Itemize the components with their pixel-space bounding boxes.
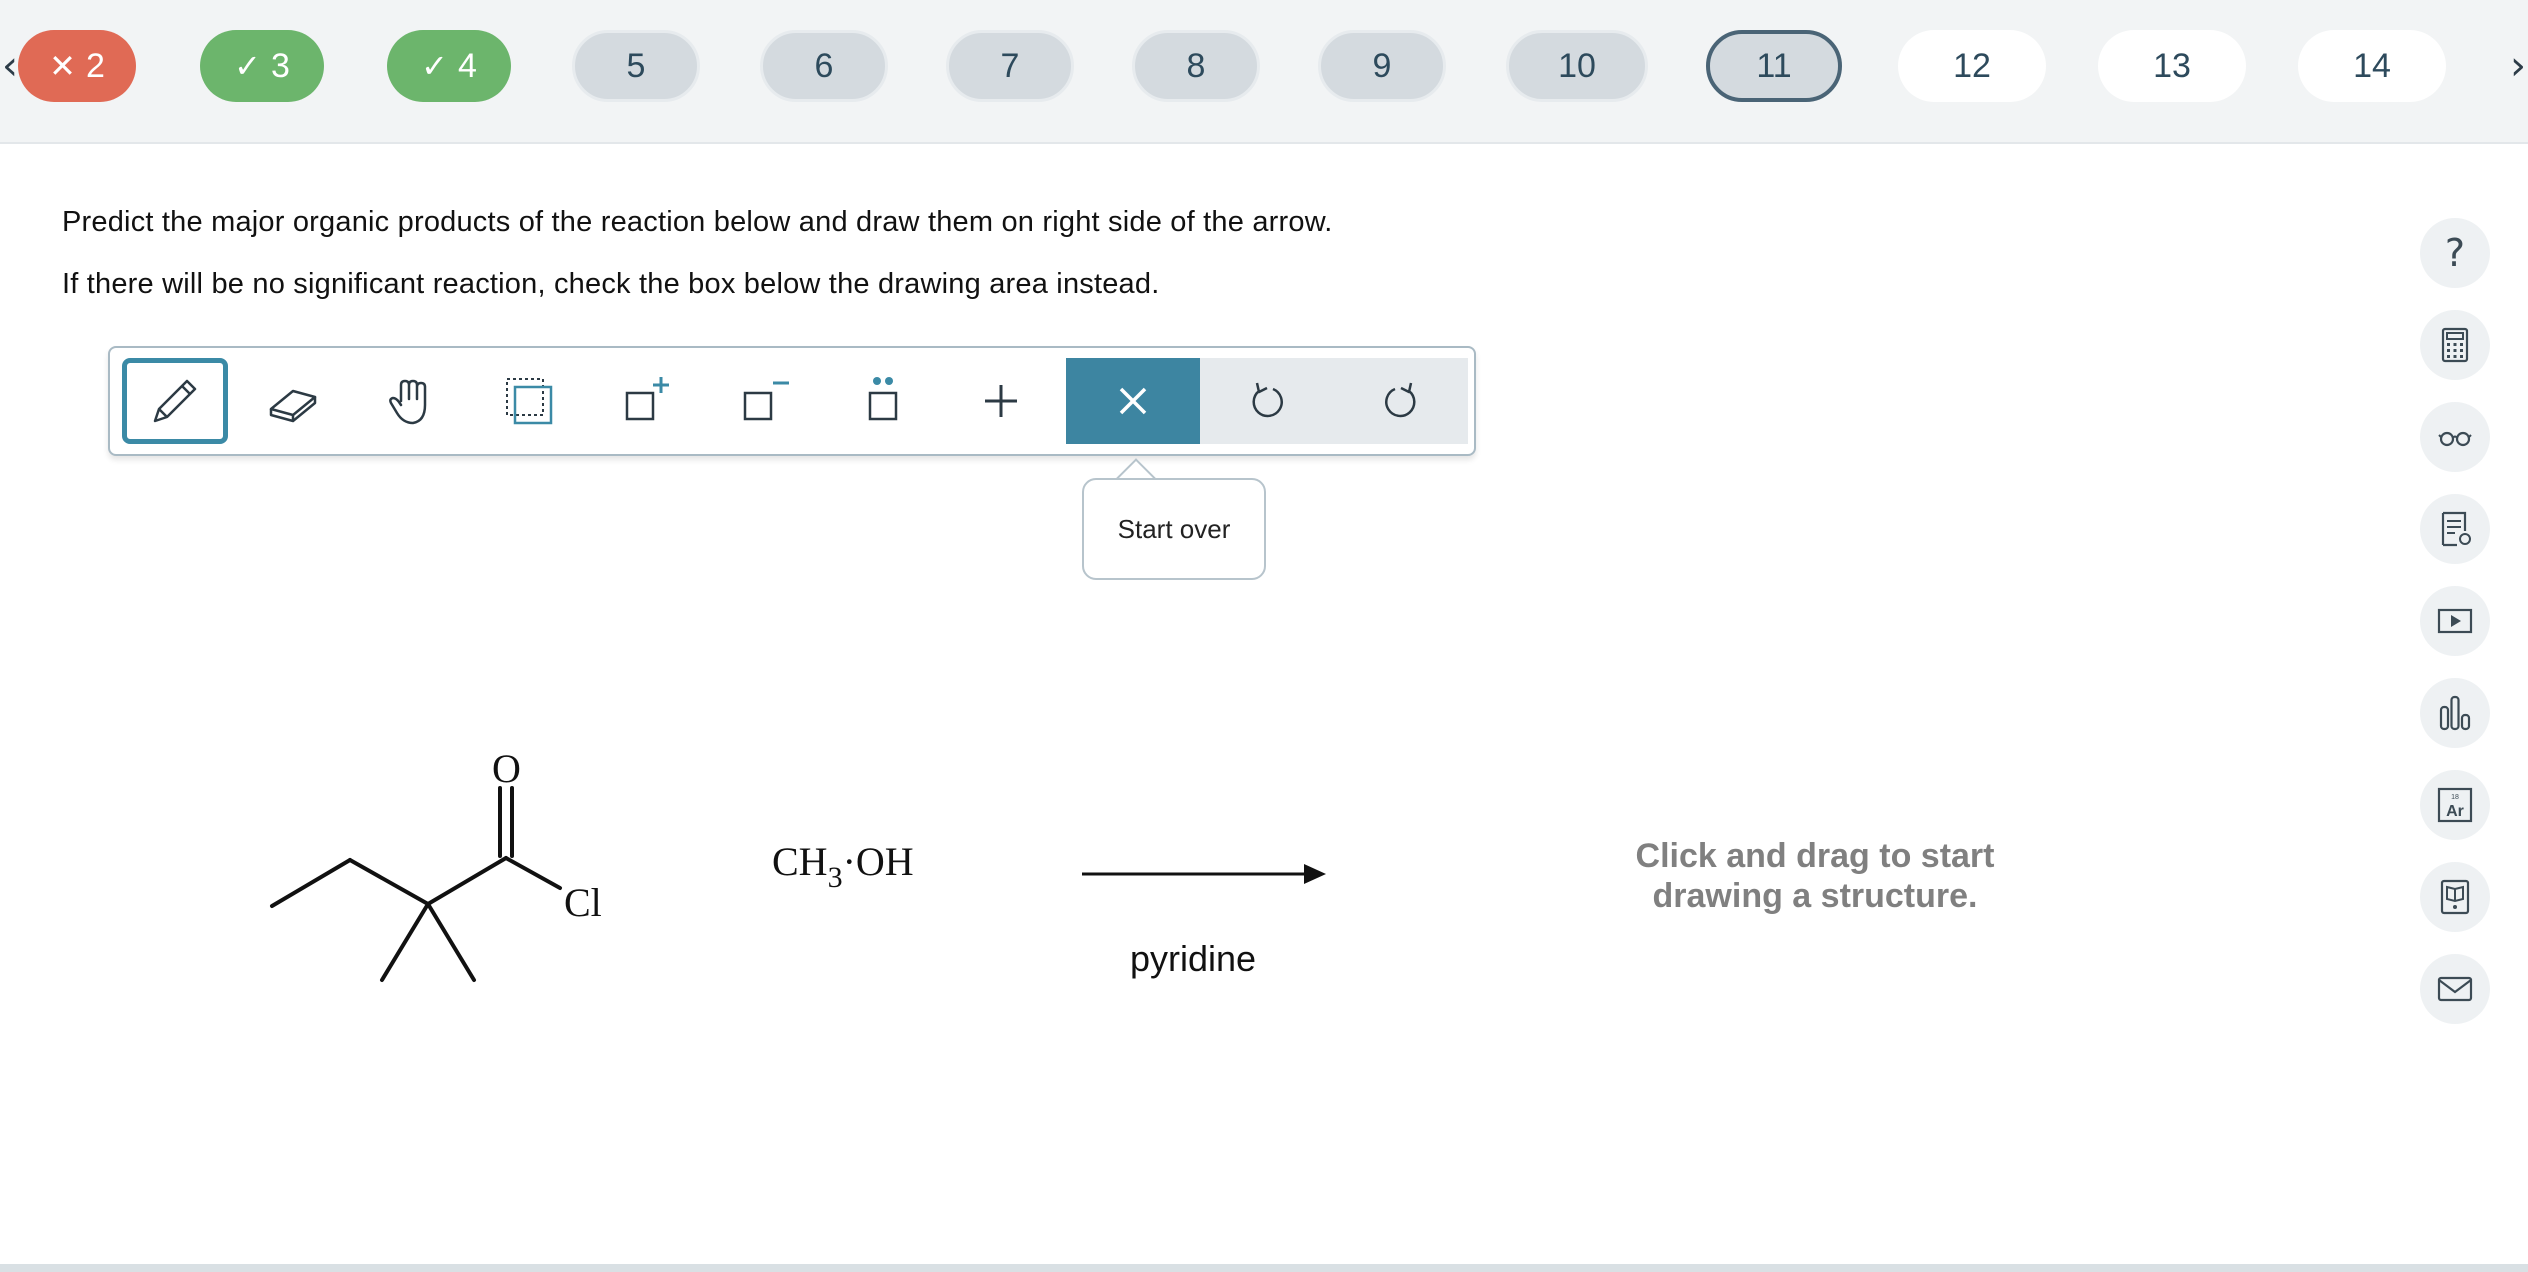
lone-pair-icon[interactable]: [830, 358, 936, 444]
video-icon: [2437, 608, 2473, 634]
formula-rest: ·OH: [842, 839, 914, 884]
instruction-text: Predict the major organic products of th…: [62, 206, 1333, 238]
plus-icon[interactable]: [948, 358, 1054, 444]
question-5-button[interactable]: 5: [572, 30, 700, 102]
question-number: 5: [626, 46, 646, 85]
select-icon[interactable]: [476, 358, 582, 444]
reagent-methanol: CH3·OH: [772, 838, 914, 895]
calculator-icon: [2441, 327, 2469, 363]
plus-glyph: [985, 385, 1017, 417]
notes-icon: [2441, 511, 2471, 547]
select-glyph: [506, 378, 553, 425]
calculator-button[interactable]: [2420, 310, 2490, 380]
add-charge-glyph: [625, 377, 669, 421]
periodic-table-icon: 18 Ar: [2437, 787, 2473, 823]
ebook-icon: [2440, 879, 2470, 915]
hint-line-2: drawing a structure.: [1652, 877, 1978, 915]
bar-chart-icon: [2439, 695, 2471, 731]
question-number: 10: [1558, 46, 1596, 85]
help-icon: ?: [2444, 231, 2466, 275]
question-navigation: ‹ ✕ 2 ✓ 3 ✓ 4 5 6 7 8 9 10 11 12 13 14 ›: [0, 0, 2528, 144]
notes-button[interactable]: [2420, 494, 2490, 564]
glasses-icon: [2438, 431, 2472, 447]
close-icon: ✕: [49, 47, 76, 85]
undo-icon: [1252, 382, 1283, 418]
undo-button[interactable]: [1200, 358, 1334, 444]
question-14-button[interactable]: 14: [2298, 30, 2446, 102]
periodic-table-button[interactable]: 18 Ar: [2420, 770, 2490, 840]
hint-line-1: Click and drag to start: [1635, 837, 1995, 875]
question-8-button[interactable]: 8: [1132, 30, 1260, 102]
bond: [426, 856, 508, 906]
mail-icon: [2437, 976, 2473, 1002]
question-2-button[interactable]: ✕ 2: [18, 30, 136, 102]
question-number: 14: [2353, 46, 2391, 85]
chevron-left-icon[interactable]: ‹: [2, 38, 18, 94]
footer-divider: [0, 1264, 2528, 1272]
ebook-button[interactable]: [2420, 862, 2490, 932]
lone-pair-glyph: [868, 377, 898, 421]
question-number: 12: [1953, 46, 1991, 85]
glasses-button[interactable]: [2420, 402, 2490, 472]
question-number: 7: [1000, 46, 1020, 85]
redo-icon: [1385, 382, 1416, 418]
reactant-structure[interactable]: O Cl: [260, 740, 640, 1000]
redo-button[interactable]: [1334, 358, 1468, 444]
check-icon: ✓: [421, 47, 448, 85]
methyl-bond: [380, 902, 430, 982]
check-icon: ✓: [234, 47, 261, 85]
ethyl-bond: [270, 858, 352, 908]
eraser-glyph: [269, 389, 317, 423]
question-number: 3: [270, 46, 290, 85]
drawing-toolbar: [108, 346, 1476, 456]
bond: [348, 858, 430, 906]
acyl-chloride-bond: [504, 856, 562, 890]
instruction-text-secondary: If there will be no significant reaction…: [62, 268, 1160, 300]
reaction-arrow: [1082, 864, 1326, 884]
remove-charge-glyph: [743, 381, 789, 421]
question-11-button[interactable]: 11: [1706, 30, 1842, 102]
atomic-number: 18: [2451, 794, 2459, 801]
question-number: 13: [2153, 46, 2191, 85]
help-button[interactable]: ?: [2420, 218, 2490, 288]
start-over-button[interactable]: [1066, 358, 1200, 444]
question-13-button[interactable]: 13: [2098, 30, 2246, 102]
formula-main: CH: [772, 839, 828, 884]
eraser-icon[interactable]: [240, 358, 346, 444]
question-9-button[interactable]: 9: [1318, 30, 1446, 102]
question-10-button[interactable]: 10: [1506, 30, 1648, 102]
question-number: 11: [1756, 46, 1792, 85]
drawing-area-hint[interactable]: Click and drag to start drawing a struct…: [1560, 836, 2070, 916]
start-over-tooltip: Start over: [1082, 478, 1266, 580]
formula-subscript: 3: [827, 861, 843, 894]
video-button[interactable]: [2420, 586, 2490, 656]
chevron-right-icon[interactable]: ›: [2510, 38, 2526, 94]
oxygen-atom: O: [492, 746, 521, 791]
question-12-button[interactable]: 12: [1898, 30, 2046, 102]
pencil-icon[interactable]: [122, 358, 228, 444]
remove-charge-icon[interactable]: [712, 358, 818, 444]
question-4-button[interactable]: ✓ 4: [387, 30, 511, 102]
close-icon: [1119, 387, 1147, 415]
question-number: 4: [457, 46, 477, 85]
question-number: 8: [1186, 46, 1206, 85]
chlorine-atom: Cl: [564, 880, 602, 925]
hand-icon[interactable]: [358, 358, 464, 444]
question-number: 9: [1372, 46, 1392, 85]
mail-button[interactable]: [2420, 954, 2490, 1024]
pencil-glyph: [153, 379, 197, 423]
data-button[interactable]: [2420, 678, 2490, 748]
question-number: 2: [85, 46, 105, 85]
question-3-button[interactable]: ✓ 3: [200, 30, 324, 102]
element-symbol: Ar: [2446, 803, 2464, 820]
methyl-bond: [426, 902, 476, 982]
question-6-button[interactable]: 6: [760, 30, 888, 102]
question-number: 6: [814, 46, 834, 85]
add-charge-icon[interactable]: [594, 358, 700, 444]
hand-glyph: [389, 379, 427, 425]
question-7-button[interactable]: 7: [946, 30, 1074, 102]
reaction-condition: pyridine: [1130, 938, 1257, 979]
